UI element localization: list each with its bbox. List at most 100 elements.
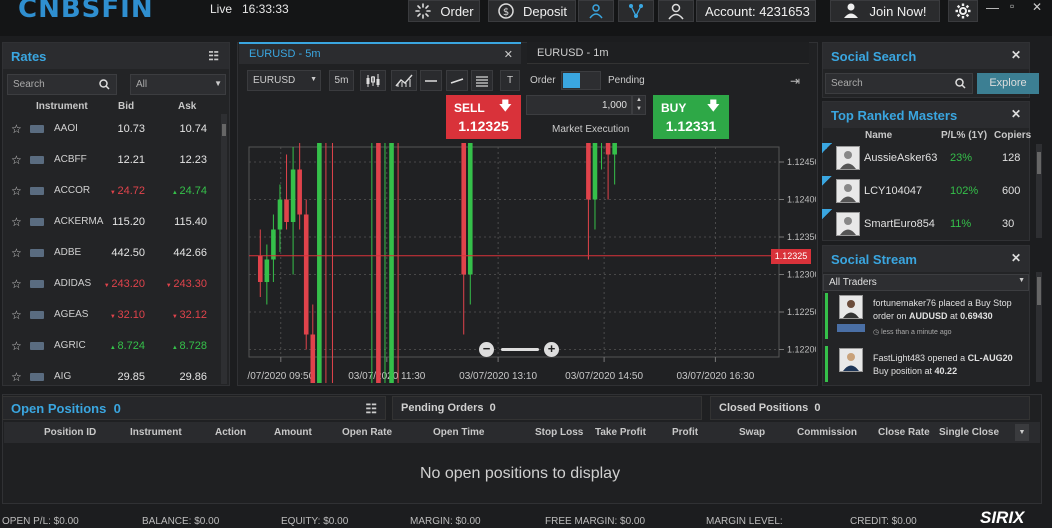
rates-search-input[interactable]: Search	[7, 74, 117, 95]
tab-eurusd-1m[interactable]: EURUSD - 1m	[527, 42, 809, 64]
master-name[interactable]: AussieAsker63	[864, 152, 937, 164]
zoom-track[interactable]	[501, 348, 539, 351]
column-header[interactable]: Open Time	[433, 427, 485, 438]
star-icon[interactable]: ☆	[11, 153, 22, 167]
master-row[interactable]: AussieAsker63 23% 128	[822, 143, 1030, 175]
ask-price[interactable]: 115.40	[153, 216, 207, 228]
network-button[interactable]	[618, 0, 654, 22]
close-icon[interactable]: ✕	[1011, 251, 1021, 265]
list-view-icon[interactable]: ☷	[365, 401, 377, 417]
ask-price[interactable]: ▲ 8.728	[153, 340, 207, 352]
bid-price[interactable]: 12.21	[97, 154, 145, 166]
column-header[interactable]: Position ID	[44, 427, 96, 438]
master-name[interactable]: LCY104047	[864, 185, 922, 197]
horizontal-line-tool[interactable]	[420, 70, 442, 91]
close-mode-dropdown[interactable]: ▼	[1015, 424, 1029, 441]
rate-row[interactable]: ☆ ACKERMA 115.20 115.40	[3, 207, 224, 238]
master-row[interactable]: SmartEuro854 11% 30	[822, 209, 1030, 241]
ask-price[interactable]: 442.66	[153, 247, 207, 259]
rate-row[interactable]: ☆ AAOI 10.73 10.74	[3, 114, 224, 145]
trend-line-tool[interactable]	[446, 70, 468, 91]
column-header[interactable]: Instrument	[130, 427, 182, 438]
rate-row[interactable]: ☆ ACBFF 12.21 12.23	[3, 145, 224, 176]
rate-row[interactable]: ☆ ADIDAS ▼ 243.20 ▼ 243.30	[3, 269, 224, 300]
stream-instrument[interactable]: AUDUSD	[909, 311, 948, 321]
star-icon[interactable]: ☆	[11, 277, 22, 291]
star-icon[interactable]: ☆	[11, 339, 22, 353]
bid-price[interactable]: 10.73	[97, 123, 145, 135]
account-display[interactable]: Account: 4231653	[696, 0, 816, 22]
fibonacci-tool[interactable]	[471, 70, 493, 91]
rates-filter-select[interactable]: All ▼	[130, 74, 226, 95]
zoom-slider[interactable]: − +	[479, 342, 559, 358]
rate-row[interactable]: ☆ AGRIC ▲ 8.724 ▲ 8.728	[3, 331, 224, 362]
deposit-button[interactable]: $ Deposit	[488, 0, 576, 22]
ask-price[interactable]: 12.23	[153, 154, 207, 166]
list-view-icon[interactable]: ☷	[208, 49, 219, 63]
candlestick-type-button[interactable]	[360, 70, 386, 91]
rates-scrollbar[interactable]	[221, 114, 227, 384]
master-row[interactable]: LCY104047 102% 600	[822, 176, 1030, 208]
bid-price[interactable]: ▼ 243.20	[97, 278, 145, 290]
bid-price[interactable]: 29.85	[97, 371, 145, 383]
zoom-out-icon[interactable]: −	[479, 342, 494, 357]
rate-row[interactable]: ☆ AIG 29.85 29.86	[3, 362, 224, 384]
minimize-button[interactable]: —	[986, 0, 999, 15]
stream-scrollbar[interactable]	[1036, 272, 1042, 382]
close-icon[interactable]: ✕	[1011, 107, 1021, 121]
masters-scrollbar[interactable]	[1036, 144, 1042, 238]
column-header[interactable]: Single Close	[939, 427, 999, 438]
collapse-panel-icon[interactable]: ⇥	[790, 74, 800, 88]
star-icon[interactable]: ☆	[11, 184, 22, 198]
stream-item[interactable]: fortunemaker76 placed a Buy Stop order o…	[825, 293, 1030, 339]
star-icon[interactable]: ☆	[11, 308, 22, 322]
bid-price[interactable]: 442.50	[97, 247, 145, 259]
tab-open-positions[interactable]: Open Positions 0 ☷	[2, 396, 386, 420]
maximize-button[interactable]: ▫	[1010, 0, 1014, 13]
bid-price[interactable]: ▲ 8.724	[97, 340, 145, 352]
column-header[interactable]: Open Rate	[342, 427, 392, 438]
stream-filter-select[interactable]: All Traders ▼	[823, 274, 1029, 291]
explore-button[interactable]: Explore	[977, 73, 1039, 94]
user-button[interactable]	[658, 0, 694, 22]
social-search-input[interactable]: Search	[825, 73, 973, 94]
order-button[interactable]: Order	[408, 0, 480, 22]
close-tab-icon[interactable]: ✕	[504, 48, 513, 61]
tab-pending-orders[interactable]: Pending Orders 0	[392, 396, 702, 420]
close-window-button[interactable]: ✕	[1032, 0, 1042, 14]
stream-user[interactable]: FastLight483	[873, 353, 925, 363]
zoom-in-icon[interactable]: +	[544, 342, 559, 357]
close-icon[interactable]: ✕	[1011, 48, 1021, 62]
column-header[interactable]: Amount	[274, 427, 312, 438]
bid-price[interactable]: 115.20	[97, 216, 145, 228]
stream-item[interactable]: FastLight483 opened a CL-AUG20 Buy posit…	[825, 346, 1030, 386]
column-header[interactable]: Action	[215, 427, 246, 438]
join-now-button[interactable]: Join Now!	[830, 0, 940, 22]
star-icon[interactable]: ☆	[11, 122, 22, 136]
stream-instrument[interactable]: CL-AUG20	[968, 353, 1013, 363]
sell-button[interactable]: SELL 🡇 1.12325	[446, 95, 521, 139]
column-header[interactable]: Swap	[739, 427, 765, 438]
text-tool[interactable]: T	[500, 70, 520, 91]
order-mode-toggle[interactable]	[561, 71, 601, 90]
column-header[interactable]: Stop Loss	[535, 427, 583, 438]
ask-price[interactable]: ▼ 243.30	[153, 278, 207, 290]
stream-user[interactable]: fortunemaker76	[873, 298, 936, 308]
timeframe-button[interactable]: 5m	[329, 70, 354, 91]
settings-button[interactable]	[948, 0, 978, 22]
symbol-select[interactable]: EURUSD ▼	[247, 70, 321, 91]
star-icon[interactable]: ☆	[11, 370, 22, 384]
tab-closed-positions[interactable]: Closed Positions 0	[710, 396, 1030, 420]
buy-button[interactable]: BUY 🡇 1.12331	[653, 95, 729, 139]
ask-price[interactable]: ▲ 24.74	[153, 185, 207, 197]
master-name[interactable]: SmartEuro854	[864, 218, 935, 230]
column-header[interactable]: Take Profit	[595, 427, 646, 438]
star-icon[interactable]: ☆	[11, 246, 22, 260]
bid-price[interactable]: ▼ 32.10	[97, 309, 145, 321]
amount-input[interactable]: 1,000	[526, 95, 632, 115]
bid-price[interactable]: ▼ 24.72	[97, 185, 145, 197]
rate-row[interactable]: ☆ ACCOR ▼ 24.72 ▲ 24.74	[3, 176, 224, 207]
rate-row[interactable]: ☆ AGEAS ▼ 32.10 ▼ 32.12	[3, 300, 224, 331]
star-icon[interactable]: ☆	[11, 215, 22, 229]
ask-price[interactable]: ▼ 32.12	[153, 309, 207, 321]
